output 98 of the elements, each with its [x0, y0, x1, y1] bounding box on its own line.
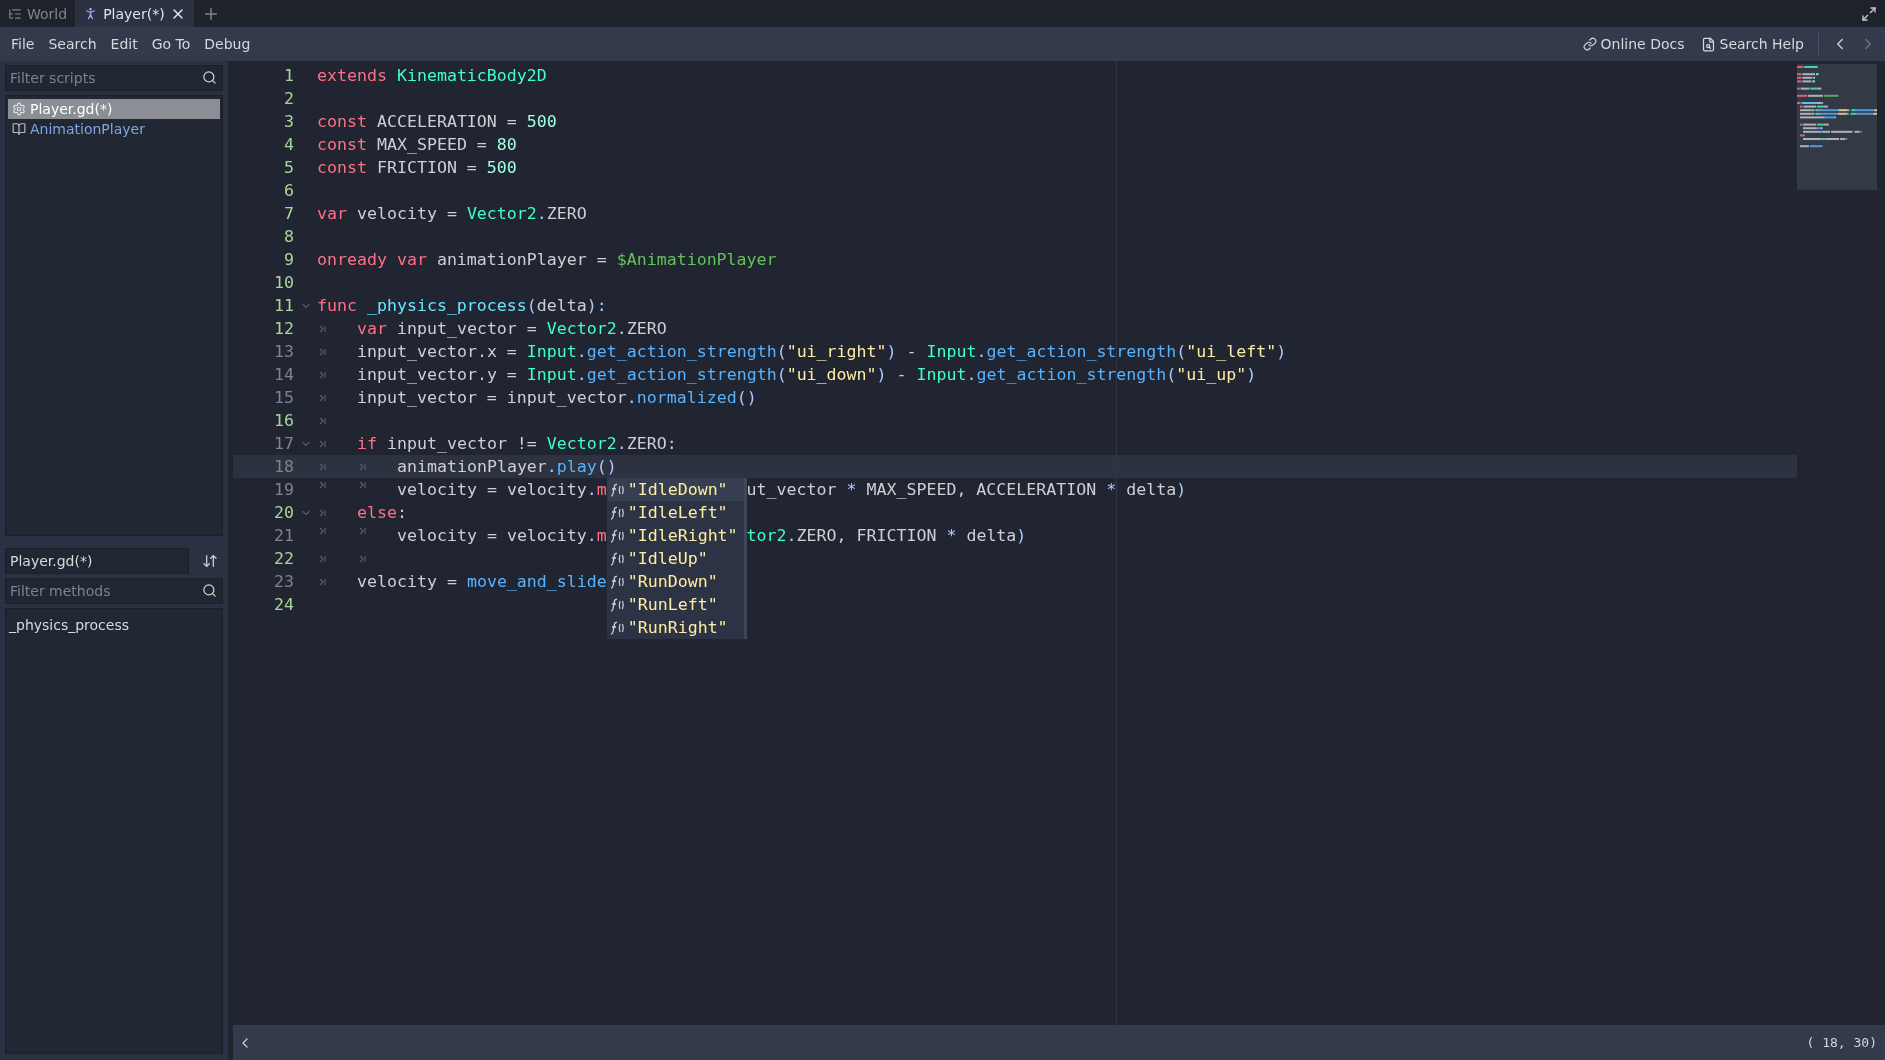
code-text: extends KinematicBody2D: [317, 66, 547, 85]
tab-marker-icon: [319, 370, 326, 379]
line-number: 23: [273, 572, 294, 591]
tab-marker-icon: [319, 577, 326, 586]
tab-marker-icon: [319, 462, 326, 471]
code-text: input_vector.x = Input.get_action_strength("ui_right") - Input.get_action_strength("ui_left"): [357, 342, 1287, 361]
book-icon: [12, 122, 26, 136]
line-number: 6: [283, 181, 294, 200]
line-number: 7: [283, 204, 294, 223]
code-text: animationPlayer.play(): [397, 457, 617, 476]
autocomplete-item[interactable]: "RunDown": [606, 570, 744, 593]
tab-marker-icon: [319, 393, 326, 402]
search-icon: [202, 70, 217, 85]
line-number: 24: [273, 595, 294, 614]
line-number: 10: [273, 273, 294, 292]
menu-item[interactable]: Search: [41, 32, 104, 56]
filter-methods-field[interactable]: Filter methods: [5, 577, 223, 604]
line-number: 3: [283, 112, 294, 131]
code-text: velocity = velocity.m: [397, 480, 607, 499]
code-text: const ACCELERATION = 500: [317, 112, 557, 131]
code-text: func _physics_process(delta):: [317, 296, 607, 315]
function-icon: [608, 505, 625, 520]
tab-marker-icon: [319, 347, 326, 356]
current-script-field: Player.gd(*): [5, 547, 189, 574]
autocomplete-item[interactable]: "IdleDown": [606, 478, 744, 501]
code-text: velocity = velocity.m: [397, 526, 607, 545]
menu-item[interactable]: Debug: [197, 32, 258, 56]
function-icon: [608, 620, 625, 635]
line-number: 19: [273, 480, 294, 499]
menu-item[interactable]: File: [4, 32, 42, 56]
scene-tab[interactable]: World: [0, 0, 76, 27]
code-text: onready var animationPlayer = $AnimationPlayer: [317, 250, 777, 269]
code-text: tor2.ZERO, FRICTION * delta): [746, 526, 1027, 545]
scene-tab[interactable]: Player(*): [75, 0, 194, 27]
method-item[interactable]: _physics_process: [9, 614, 219, 635]
code-text: if input_vector != Vector2.ZERO:: [357, 434, 677, 453]
autocomplete-item[interactable]: "RunRight": [606, 616, 744, 639]
line-number: 2: [283, 89, 294, 108]
help-link[interactable]: Online Docs: [1574, 32, 1693, 56]
tab-marker-icon: [359, 527, 366, 535]
fullscreen-icon[interactable]: [1861, 5, 1877, 22]
tab-marker-icon: [319, 324, 326, 333]
autocomplete-item[interactable]: "IdleRight": [606, 524, 744, 547]
line-number: 5: [283, 158, 294, 177]
line-number: 8: [283, 227, 294, 246]
code-text: const FRICTION = 500: [317, 158, 517, 177]
menu-item[interactable]: Edit: [103, 32, 145, 56]
line-number: 22: [273, 549, 294, 568]
tab-marker-icon: [319, 527, 326, 535]
tab-marker-icon: [319, 508, 326, 517]
line-number: 4: [283, 135, 294, 154]
line-number: 14: [273, 365, 294, 384]
code-text: var input_vector = Vector2.ZERO: [357, 319, 667, 338]
code-text: input_vector = input_vector.normalized(): [357, 388, 757, 407]
autocomplete-item[interactable]: "RunLeft": [606, 593, 744, 616]
function-icon: [608, 482, 625, 497]
line-number: 9: [283, 250, 294, 269]
autocomplete-item[interactable]: "IdleLeft": [606, 501, 744, 524]
code-text: ut_vector * MAX_SPEED, ACCELERATION * delta): [746, 480, 1187, 499]
code-text: else:: [357, 503, 407, 522]
line-number: 17: [273, 434, 294, 453]
help-link[interactable]: Search Help: [1692, 32, 1812, 56]
menu-item[interactable]: Go To: [144, 32, 198, 56]
line-number: 20: [273, 503, 294, 522]
line-number: 16: [273, 411, 294, 430]
code-text: const MAX_SPEED = 80: [317, 135, 517, 154]
function-icon: [608, 574, 625, 589]
line-number: 18: [273, 457, 294, 476]
search-icon: [202, 582, 217, 598]
code-text: var velocity = Vector2.ZERO: [317, 204, 587, 223]
doc-search-icon: [1700, 36, 1716, 52]
code-text: input_vector.y = Input.get_action_strength("ui_down") - Input.get_action_strength("ui_up"): [357, 365, 1257, 384]
cursor-position: ( 18, 30): [1806, 1035, 1877, 1050]
line-number: 11: [273, 296, 294, 315]
line-number: 13: [273, 342, 294, 361]
tab-marker-icon: [319, 481, 326, 489]
line-number: 15: [273, 388, 294, 407]
tab-marker-icon: [319, 554, 326, 563]
code-text: velocity = move_and_slide: [357, 572, 607, 591]
line-number: 12: [273, 319, 294, 338]
tab-marker-icon: [359, 481, 366, 489]
function-icon: [608, 597, 625, 612]
tab-marker-icon: [319, 439, 326, 448]
autocomplete-item[interactable]: "IdleUp": [606, 547, 744, 570]
minimap-drawing[interactable]: [1797, 64, 1877, 190]
tree-icon: [8, 6, 22, 21]
sort-icon[interactable]: [202, 552, 218, 569]
script-item[interactable]: AnimationPlayer: [8, 119, 220, 139]
tab-marker-icon: [359, 462, 366, 471]
tab-marker-icon: [319, 416, 326, 425]
filter-scripts-field[interactable]: Filter scripts: [5, 65, 223, 91]
line-number: 1: [283, 66, 294, 85]
tab-marker-icon: [359, 554, 366, 563]
link-icon: [1582, 37, 1597, 51]
line-number: 21: [273, 526, 294, 545]
function-icon: [608, 528, 625, 543]
function-icon: [608, 551, 625, 566]
gear-icon: [12, 102, 26, 116]
